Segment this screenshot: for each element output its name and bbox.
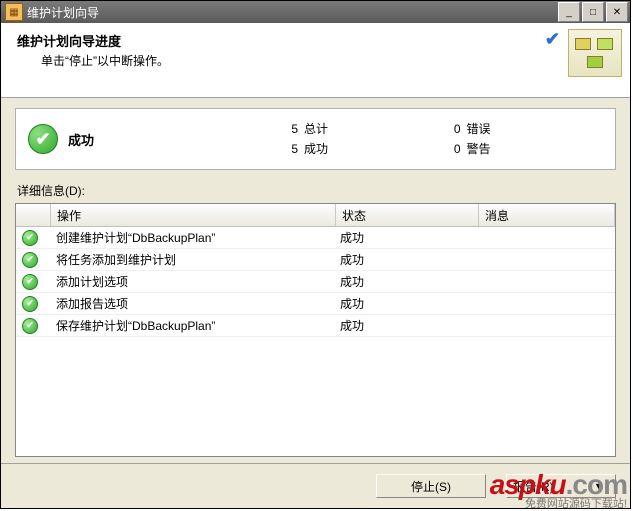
row-status-icon: ✔ xyxy=(16,296,50,312)
wizard-window: ▦ 维护计划向导 _ □ ✕ 维护计划向导进度 单击“停止”以中断操作。 ✔ ✔… xyxy=(0,0,631,509)
col-icon[interactable] xyxy=(16,204,51,226)
summary-panel: ✔ 成功 5 总计 5 成功 0 错误 xyxy=(15,108,616,170)
row-status-icon: ✔ xyxy=(16,274,50,290)
chevron-down-icon: ▼ xyxy=(594,481,609,491)
row-operation: 将任务添加到维护计划 xyxy=(50,251,334,268)
row-status-icon: ✔ xyxy=(16,252,50,268)
row-operation: 添加报告选项 xyxy=(50,295,334,312)
close-button[interactable]: ✕ xyxy=(606,2,628,22)
table-header: 操作 状态 消息 xyxy=(16,204,615,227)
header-title: 维护计划向导进度 xyxy=(17,31,614,50)
report-button[interactable]: 报告(R) ▼ xyxy=(506,474,616,498)
summary-status: 成功 xyxy=(68,130,278,149)
maximize-button[interactable]: □ xyxy=(582,2,604,22)
row-status-icon: ✔ xyxy=(16,318,50,334)
row-status: 成功 xyxy=(334,273,476,290)
table-row[interactable]: ✔添加计划选项成功 xyxy=(16,271,615,293)
table-row[interactable]: ✔添加报告选项成功 xyxy=(16,293,615,315)
header-checkmark-icon: ✔ xyxy=(545,29,560,50)
col-message[interactable]: 消息 xyxy=(479,204,615,226)
header-graphic-icon xyxy=(568,29,622,77)
header-subtitle: 单击“停止”以中断操作。 xyxy=(41,52,614,69)
stat-success: 5 成功 xyxy=(278,139,441,159)
row-operation: 保存维护计划“DbBackupPlan” xyxy=(50,317,334,334)
minimize-button[interactable]: _ xyxy=(558,2,580,22)
success-icon: ✔ xyxy=(28,124,58,154)
stat-error: 0 错误 xyxy=(441,119,604,139)
stat-total: 5 总计 xyxy=(278,119,441,139)
details-table: 操作 状态 消息 ✔创建维护计划“DbBackupPlan”成功✔将任务添加到维… xyxy=(15,203,616,457)
window-title: 维护计划向导 xyxy=(27,4,558,21)
row-status: 成功 xyxy=(334,251,476,268)
table-row[interactable]: ✔保存维护计划“DbBackupPlan”成功 xyxy=(16,315,615,337)
row-operation: 创建维护计划“DbBackupPlan” xyxy=(50,229,334,246)
table-body: ✔创建维护计划“DbBackupPlan”成功✔将任务添加到维护计划成功✔添加计… xyxy=(16,227,615,456)
content-area: ✔ 成功 5 总计 5 成功 0 错误 xyxy=(1,98,630,463)
stat-warning: 0 警告 xyxy=(441,139,604,159)
wizard-header: 维护计划向导进度 单击“停止”以中断操作。 ✔ xyxy=(1,23,630,98)
stop-button[interactable]: 停止(S) xyxy=(376,474,486,498)
row-status: 成功 xyxy=(334,295,476,312)
table-row[interactable]: ✔将任务添加到维护计划成功 xyxy=(16,249,615,271)
summary-stats: 5 总计 5 成功 0 错误 0 警告 xyxy=(278,119,603,159)
col-status[interactable]: 状态 xyxy=(336,204,479,226)
row-status: 成功 xyxy=(334,317,476,334)
titlebar: ▦ 维护计划向导 _ □ ✕ xyxy=(1,1,630,23)
row-operation: 添加计划选项 xyxy=(50,273,334,290)
row-status-icon: ✔ xyxy=(16,230,50,246)
table-row[interactable]: ✔创建维护计划“DbBackupPlan”成功 xyxy=(16,227,615,249)
details-label: 详细信息(D): xyxy=(17,182,616,199)
app-icon: ▦ xyxy=(5,3,23,21)
row-status: 成功 xyxy=(334,229,476,246)
window-buttons: _ □ ✕ xyxy=(558,2,628,22)
button-row: 停止(S) 报告(R) ▼ xyxy=(1,463,630,508)
col-operation[interactable]: 操作 xyxy=(51,204,336,226)
